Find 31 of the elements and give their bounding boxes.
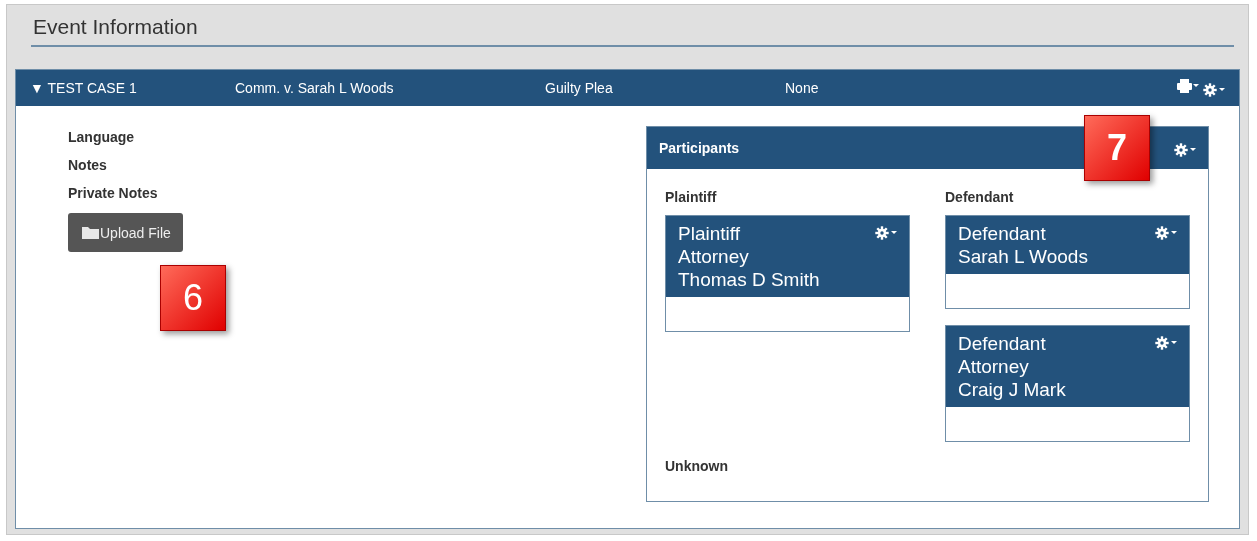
participant-text: Attorney [678,245,750,268]
field-label: Language [68,129,136,145]
panel-title: Participants [659,140,740,156]
participant-text: Craig J Mark [958,378,1066,401]
participant-text: Sarah L Woods [958,245,1088,268]
event-type: Guilty Plea [545,80,614,96]
folder-icon [82,226,100,239]
settings-icon[interactable] [1155,226,1179,240]
upload-file-button[interactable]: Upload File [68,213,183,252]
field-label: Private Notes [68,185,159,201]
field-label: Notes [68,157,108,173]
section-title: Event Information [33,15,199,39]
group-label: Defendant [945,189,1015,205]
callout-badge: 6 [160,265,226,331]
case-name[interactable]: ▼ TEST CASE 1 [30,80,235,96]
participant-text: Defendant [958,332,1047,355]
case-caption: Comm. v. Sarah L Woods [235,80,395,96]
group-label: Unknown [665,458,729,474]
settings-icon[interactable] [875,226,899,240]
participant-text: Attorney [958,355,1030,378]
participant-text: Plaintiff [678,222,741,245]
print-icon[interactable] [1177,79,1201,93]
settings-icon[interactable] [1174,143,1198,157]
callout-badge: 7 [1084,115,1150,181]
participant-text: Defendant [958,222,1047,245]
settings-icon[interactable] [1203,83,1227,97]
case-header-bar[interactable]: ▼ TEST CASE 1 Comm. v. Sarah L Woods Guilty Plea None [16,70,1239,106]
event-status: None [785,80,820,96]
participant-text: Thomas D Smith [678,268,820,291]
group-label: Plaintiff [665,189,718,205]
settings-icon[interactable] [1155,336,1179,350]
